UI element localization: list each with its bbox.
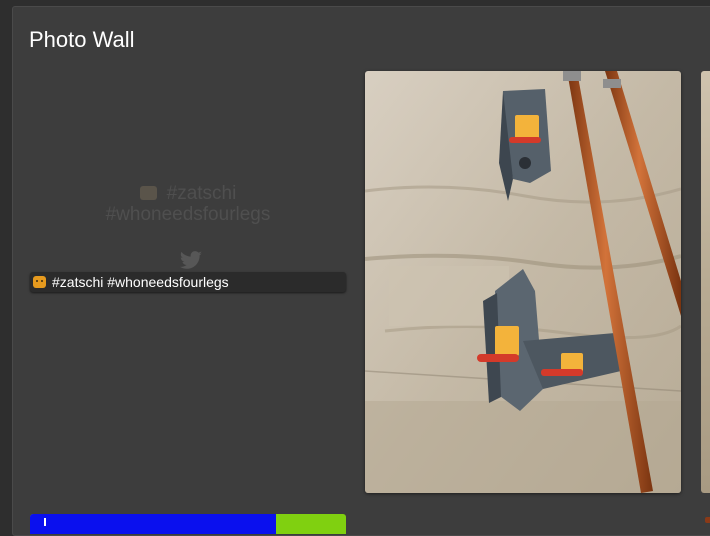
- ghost-hashtag-1: #zatschi: [166, 183, 237, 204]
- progress-fill: [30, 514, 277, 534]
- tweet-ghost-text: #zatschi #whoneedsfourlegs: [30, 183, 346, 225]
- cat-face-icon: [33, 276, 46, 288]
- ghost-line-1: #zatschi: [30, 183, 346, 204]
- photo-wall-panel: Photo Wall #zatschi #whoneedsfourlegs #z…: [12, 6, 710, 536]
- caption-text: #zatschi #whoneedsfourlegs: [52, 274, 229, 290]
- twitter-bird-icon: [179, 251, 202, 269]
- page-title: Photo Wall: [29, 27, 135, 52]
- cat-face-icon: [139, 186, 157, 200]
- ghost-hashtag-2: #whoneedsfourlegs: [105, 204, 271, 225]
- photo-tile[interactable]: [365, 71, 681, 493]
- tweet-card[interactable]: #zatschi #whoneedsfourlegs #zatschi #who…: [30, 71, 346, 295]
- progress-marker: [44, 518, 46, 526]
- tweet-caption: #zatschi #whoneedsfourlegs: [30, 272, 346, 292]
- wall-photo: [365, 71, 681, 493]
- next-photo-tile[interactable]: [701, 71, 710, 493]
- next-tile-marker: [705, 517, 710, 523]
- progress-bar: [30, 514, 346, 534]
